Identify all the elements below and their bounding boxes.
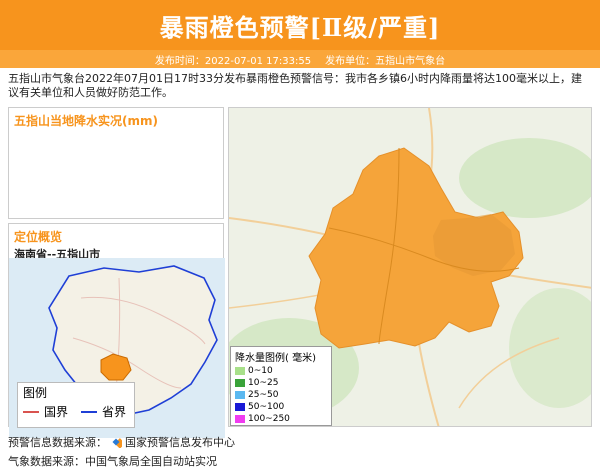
rainfall-legend-title: 降水量图例( 毫米) — [235, 353, 316, 364]
province-border-line — [81, 410, 98, 413]
weather-source-line: 气象数据来源：中国气象局全国自动站实况 — [8, 453, 217, 469]
national-border-line — [23, 410, 39, 413]
rainfall-swatch-10-25 — [235, 379, 245, 387]
national-border-item: 国界 — [23, 403, 68, 420]
province-border-label: 省界 — [102, 405, 127, 419]
rainfall-legend: 降水量图例( 毫米) 0~10 10~25 25~50 50~100 100~2… — [230, 346, 332, 426]
warning-source-line: 预警信息数据来源： 国家预警信息发布中心 — [8, 434, 235, 450]
rainfall-label-50-100: 50~100 — [248, 402, 285, 412]
publish-unit: 发布单位：五指山市气象台 — [325, 55, 446, 67]
province-border-item: 省界 — [81, 403, 126, 420]
rainfall-swatch-100-250 — [235, 415, 245, 423]
rainfall-label-10-25: 10~25 — [248, 378, 279, 388]
location-panel-title: 定位概览 — [14, 230, 63, 244]
rainfall-legend-item-0-10: 0~10 — [235, 365, 327, 377]
warning-meta: 发布时间：2022-07-01 17:33:55 发布单位：五指山市气象台 — [0, 50, 600, 68]
warning-source-label: 预警信息数据来源： — [8, 436, 107, 449]
hainan-overview-map[interactable]: 图例 国界 省界 — [9, 258, 225, 438]
warning-center-logo-icon — [112, 438, 122, 448]
rainfall-legend-item-50-100: 50~100 — [235, 401, 327, 413]
rainfall-swatch-25-50 — [235, 391, 245, 399]
rainfall-label-25-50: 25~50 — [248, 390, 279, 400]
national-border-label: 国界 — [44, 405, 69, 419]
warning-title: 暴雨橙色预警[Ⅱ级/严重] — [0, 0, 600, 50]
rainfall-legend-item-10-25: 10~25 — [235, 377, 327, 389]
location-legend: 图例 国界 省界 — [17, 382, 135, 428]
warning-source-name[interactable]: 国家预警信息发布中心 — [125, 434, 235, 450]
rainfall-legend-item-25-50: 25~50 — [235, 389, 327, 401]
rainfall-swatch-50-100 — [235, 403, 245, 411]
rainfall-label-100-250: 100~250 — [248, 414, 290, 424]
rainfall-swatch-0-10 — [235, 367, 245, 375]
rainfall-label-0-10: 0~10 — [248, 366, 273, 376]
rainfall-legend-item-100-250: 100~250 — [235, 413, 327, 425]
location-legend-title: 图例 — [23, 386, 48, 400]
publish-time: 发布时间：2022-07-01 17:33:55 — [154, 55, 312, 67]
rain-panel: 五指山当地降水实况(mm) — [8, 107, 224, 219]
rain-panel-title: 五指山当地降水实况(mm) — [14, 114, 158, 128]
location-panel: 定位概览 海南省--五指山市 图例 国界 省界 — [8, 223, 225, 438]
weather-source-label: 气象数据来源：中国气象局全国自动站实况 — [8, 455, 217, 468]
warning-description: 五指山市气象台2022年07月01日17时33分发布暴雨橙色预警信号：我市各乡镇… — [8, 72, 582, 99]
